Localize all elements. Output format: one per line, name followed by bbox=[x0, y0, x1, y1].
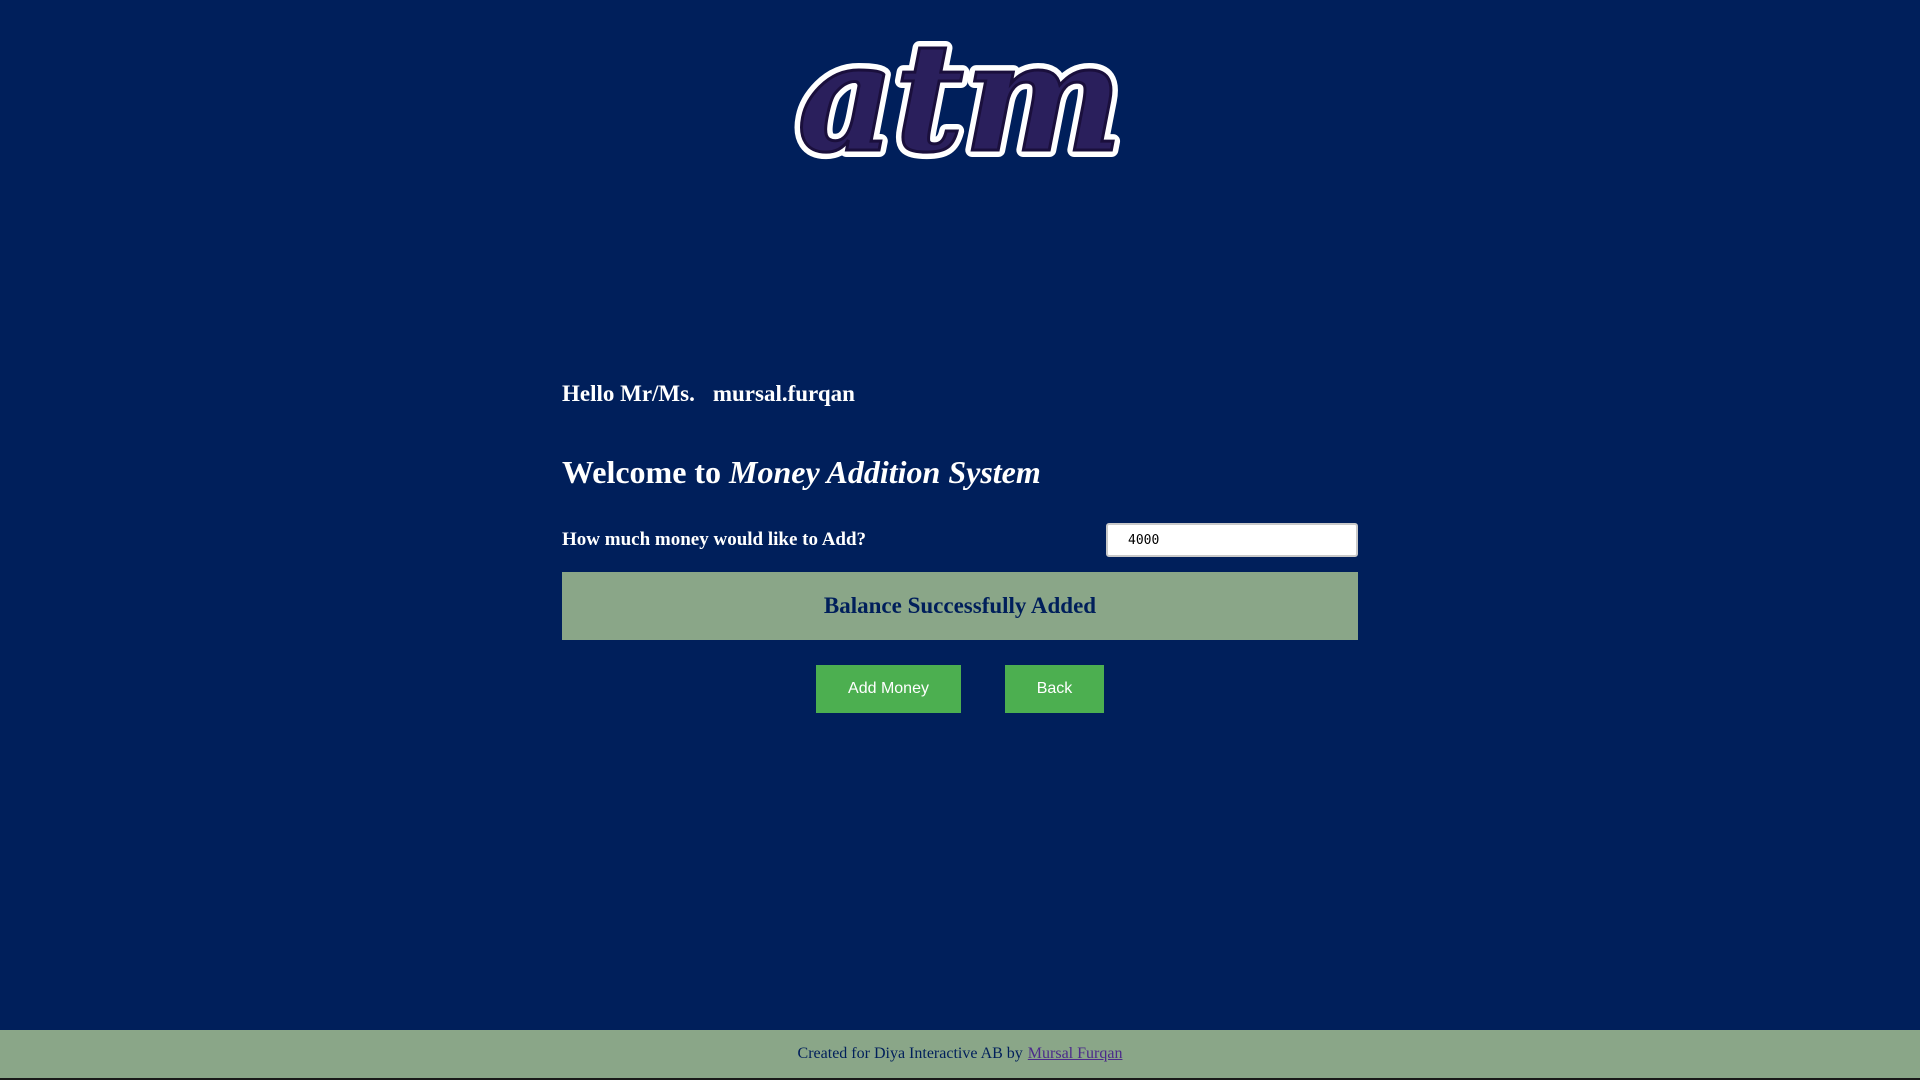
system-name: Money Addition System bbox=[729, 454, 1041, 490]
main-content: Hello Mr/Ms. mursal.furqan Welcome to Mon… bbox=[562, 376, 1358, 713]
back-button[interactable]: Back bbox=[1005, 665, 1104, 713]
footer: Created for Diya Interactive AB by Mursa… bbox=[0, 1030, 1920, 1078]
logo-fill: atm bbox=[797, 10, 1122, 186]
amount-input[interactable] bbox=[1106, 523, 1358, 557]
atm-logo-graphic: atm atm bbox=[790, 3, 1129, 193]
welcome-heading: Welcome to Money Addition System bbox=[562, 450, 1358, 494]
username: mursal.furqan bbox=[712, 381, 855, 406]
add-money-button[interactable]: Add Money bbox=[816, 665, 961, 713]
welcome-prefix: Welcome to bbox=[562, 454, 722, 490]
greeting: Hello Mr/Ms. mursal.furqan bbox=[562, 376, 1358, 412]
page: atm atm Hello Mr/Ms. mursal.furqan Welcom… bbox=[0, 0, 1920, 1080]
author-link[interactable]: Mursal Furqan bbox=[1028, 1045, 1123, 1063]
footer-text: Created for Diya Interactive AB by bbox=[797, 1045, 1023, 1062]
action-buttons: Add Money Back bbox=[562, 665, 1358, 713]
status-message-bar: Balance Successfully Added bbox=[562, 572, 1358, 640]
greeting-prefix: Hello Mr/Ms. bbox=[562, 381, 695, 406]
amount-label: How much money would like to Add? bbox=[562, 529, 867, 550]
status-message: Balance Successfully Added bbox=[823, 593, 1097, 618]
atm-logo: atm atm bbox=[760, 3, 1160, 193]
amount-row: How much money would like to Add? bbox=[562, 522, 1358, 558]
